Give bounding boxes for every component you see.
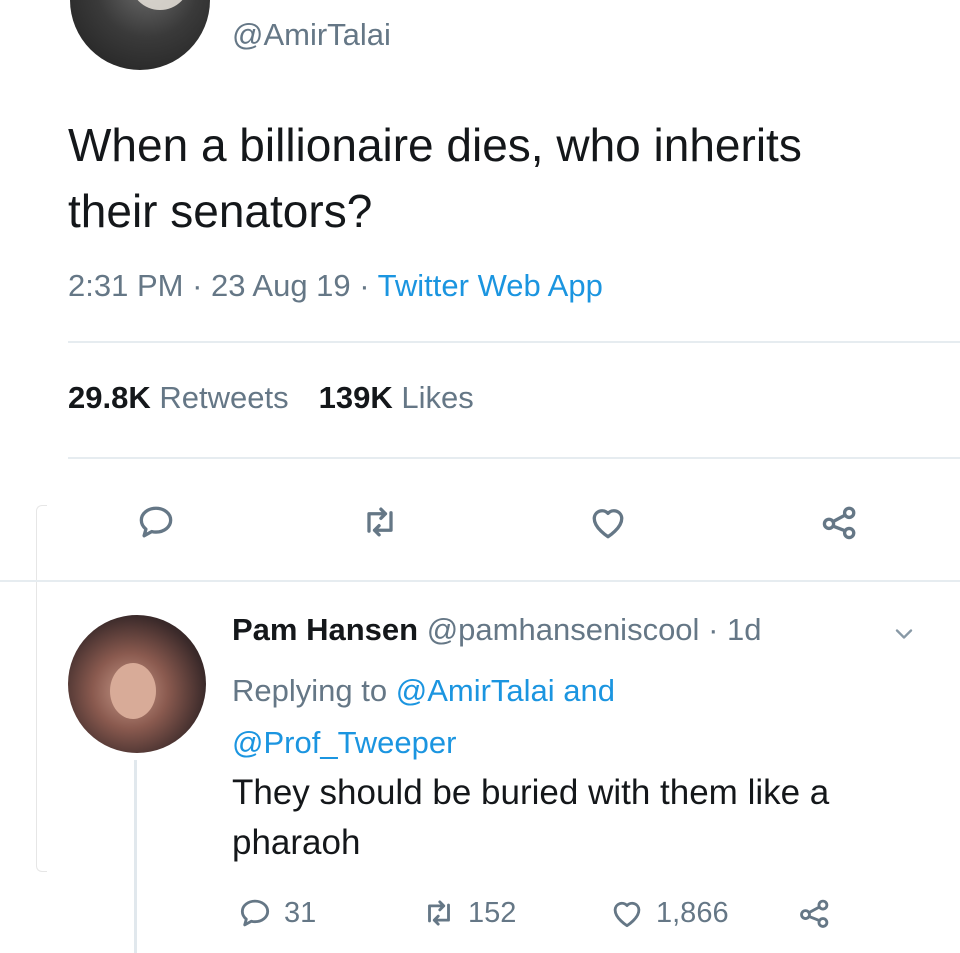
share-icon [822, 506, 856, 540]
like-icon [613, 901, 641, 928]
retweet-count: 152 [468, 896, 517, 929]
likes-label: Likes [401, 380, 474, 415]
reply-text: They should be buried with them like a p… [232, 773, 830, 862]
meta-separator: · [192, 268, 212, 303]
reply-icon [139, 506, 173, 538]
author-avatar[interactable] [70, 0, 210, 70]
thread-line [134, 760, 137, 953]
divider [68, 341, 960, 343]
reply-age: 1d [727, 612, 762, 647]
tweet-text: When a billionaire dies, who inherits th… [68, 119, 802, 237]
likes-count: 139K [318, 380, 393, 415]
like-icon [592, 509, 624, 539]
frame-edge [36, 505, 47, 872]
retweet-icon [367, 507, 393, 537]
mention-link[interactable]: @Prof_Tweeper [232, 725, 456, 760]
like-count: 1,866 [656, 896, 729, 929]
reply-menu-button[interactable] [890, 620, 918, 648]
reply-header: Pam Hansen @pamhanseniscool · 1d [232, 612, 761, 648]
author-handle[interactable]: @AmirTalai [232, 17, 391, 53]
reply-count: 31 [284, 896, 317, 929]
tweet-stats: 29.8K Retweets 139K Likes [68, 380, 474, 416]
reply-button[interactable] [134, 500, 178, 544]
reply-share-button[interactable] [796, 893, 844, 933]
retweets-stat[interactable]: 29.8K Retweets [68, 380, 289, 415]
share-button[interactable] [818, 500, 862, 544]
reply-author-name[interactable]: Pam Hansen [232, 612, 418, 647]
retweets-count: 29.8K [68, 380, 151, 415]
reply-retweet-button[interactable]: 152 [420, 893, 516, 933]
mention-link[interactable]: @AmirTalai [396, 673, 555, 708]
and-word: and [563, 673, 616, 708]
divider [0, 580, 960, 582]
retweet-button[interactable] [358, 500, 402, 544]
reply-icon [240, 899, 270, 927]
tweet-source-link[interactable]: Twitter Web App [378, 268, 603, 303]
reply-like-button[interactable]: 1,866 [608, 893, 729, 933]
tweet-detail-screen: @AmirTalai When a billionaire dies, who … [0, 0, 960, 953]
chevron-down-icon [895, 629, 913, 639]
reply-author-handle[interactable]: @pamhanseniscool [427, 612, 700, 647]
meta-separator: · [708, 612, 727, 647]
meta-separator: · [359, 268, 378, 303]
like-button[interactable] [586, 500, 630, 544]
tweet-date: 23 Aug 19 [211, 268, 351, 303]
reply-author-avatar[interactable] [68, 615, 206, 753]
replying-to: Replying to @AmirTalai and @Prof_Tweeper [232, 665, 932, 769]
retweet-icon [428, 900, 450, 926]
replying-prefix: Replying to [232, 673, 388, 708]
reply-reply-button[interactable]: 31 [236, 893, 316, 933]
share-icon [800, 899, 829, 928]
tweet-time: 2:31 PM [68, 268, 184, 303]
retweets-label: Retweets [159, 380, 289, 415]
divider [68, 457, 960, 459]
tweet-meta: 2:31 PM · 23 Aug 19 · Twitter Web App [68, 268, 603, 304]
likes-stat[interactable]: 139K Likes [319, 380, 474, 415]
